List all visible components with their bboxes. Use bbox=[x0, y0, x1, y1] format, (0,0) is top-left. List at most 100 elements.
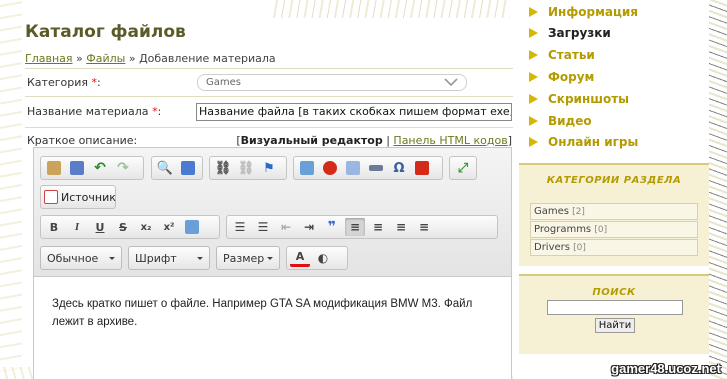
search-input[interactable] bbox=[547, 300, 683, 315]
size-dropdown-value: Размер bbox=[223, 252, 265, 265]
align-right-icon: ≡ bbox=[395, 220, 407, 234]
maximize-button[interactable]: ⤢ bbox=[453, 159, 473, 177]
nav-item-downloads[interactable]: Загрузки bbox=[529, 26, 611, 40]
bold-button[interactable]: B bbox=[44, 218, 64, 236]
blockquote-button[interactable]: ❞ bbox=[322, 218, 342, 236]
redo-icon: ↷ bbox=[117, 160, 129, 176]
flash-button[interactable] bbox=[320, 159, 340, 177]
link-button[interactable]: ⛓ bbox=[213, 159, 233, 177]
bulleted-list-button[interactable]: ☰ bbox=[253, 218, 273, 236]
html-panel-link[interactable]: Панель HTML кодов bbox=[393, 134, 507, 147]
youtube-icon bbox=[415, 161, 429, 175]
flag-icon: ⚑ bbox=[263, 160, 275, 176]
find-button[interactable]: 🔍 bbox=[155, 159, 175, 177]
category-select[interactable]: Games bbox=[197, 74, 467, 91]
nav-item-online-games[interactable]: Онлайн игры bbox=[529, 135, 638, 149]
nav-item-forum[interactable]: Форум bbox=[529, 70, 594, 84]
outdent-button[interactable]: ⇤ bbox=[276, 218, 296, 236]
table-icon bbox=[346, 161, 360, 175]
editor-mode-switch: [Визуальный редактор | Панель HTML кодов… bbox=[236, 134, 512, 147]
insert-group: Ω bbox=[293, 156, 443, 180]
divider bbox=[25, 127, 513, 128]
align-left-button[interactable]: ≡ bbox=[345, 218, 365, 236]
main-content: Каталог файлов Главная » Файлы » Добавле… bbox=[25, 0, 513, 379]
paste-word-button[interactable] bbox=[67, 159, 87, 177]
chevron-down-icon bbox=[444, 78, 458, 87]
nav-item-screenshots[interactable]: Скриншоты bbox=[529, 92, 629, 106]
divider bbox=[25, 68, 513, 69]
watermark: gamer48.ucoz.net bbox=[611, 361, 721, 376]
nav-item-video[interactable]: Видео bbox=[529, 114, 592, 128]
remove-format-button[interactable] bbox=[182, 218, 202, 236]
material-name-input[interactable]: Название файла [в таких скобках пишем фо… bbox=[196, 103, 512, 121]
editor-toolbar: ↶ ↷ 🔍 ⛓ ⛓ ⚑ Ω ⤢ Источник B I U S x₂ x² ☰… bbox=[34, 148, 511, 276]
decorative-border-right bbox=[709, 0, 727, 379]
text-color-icon: A bbox=[295, 250, 305, 263]
superscript-button[interactable]: x² bbox=[159, 218, 179, 236]
anchor-button[interactable]: ⚑ bbox=[259, 159, 279, 177]
indent-button[interactable]: ⇥ bbox=[299, 218, 319, 236]
justify-button[interactable]: ≡ bbox=[414, 218, 434, 236]
link-group: ⛓ ⛓ ⚑ bbox=[209, 156, 287, 180]
unlink-button[interactable]: ⛓ bbox=[236, 159, 256, 177]
align-center-icon: ≡ bbox=[372, 220, 384, 234]
bg-color-button[interactable]: ◐ bbox=[313, 249, 333, 267]
text-color-button[interactable]: A bbox=[290, 249, 310, 267]
paint-icon: ◐ bbox=[317, 251, 329, 265]
format-dropdown-value: Обычное bbox=[47, 252, 99, 265]
align-center-button[interactable]: ≡ bbox=[368, 218, 388, 236]
eraser-icon bbox=[185, 220, 199, 234]
font-dropdown[interactable]: Шрифт bbox=[128, 246, 210, 270]
arrow-icon bbox=[529, 116, 538, 126]
numbered-list-button[interactable]: ☰ bbox=[230, 218, 250, 236]
align-right-button[interactable]: ≡ bbox=[391, 218, 411, 236]
source-button[interactable]: Источник bbox=[61, 191, 116, 204]
paste-text-button[interactable] bbox=[44, 159, 64, 177]
maximize-group: ⤢ bbox=[449, 156, 477, 180]
search-panel: ПОИСК Найти bbox=[519, 274, 709, 354]
youtube-button[interactable] bbox=[412, 159, 432, 177]
arrow-icon bbox=[529, 28, 538, 38]
paragraph-group: ☰ ☰ ⇤ ⇥ ❞ ≡ ≡ ≡ ≡ bbox=[226, 215, 498, 239]
arrow-icon bbox=[529, 50, 538, 60]
sidebar: Информация Загрузки Статьи Форум Скриншо… bbox=[519, 0, 709, 379]
category-item[interactable]: Programms [0] bbox=[530, 221, 698, 238]
editor-content[interactable]: Здесь кратко пишет о файле. Например GTA… bbox=[34, 276, 511, 379]
subscript-button[interactable]: x₂ bbox=[136, 218, 156, 236]
indent-icon: ⇥ bbox=[303, 220, 315, 234]
category-item[interactable]: Games [2] bbox=[530, 203, 698, 220]
hr-button[interactable] bbox=[366, 159, 386, 177]
breadcrumb-files-link[interactable]: Файлы bbox=[86, 52, 125, 65]
search-button[interactable]: Найти bbox=[595, 318, 635, 333]
omega-icon: Ω bbox=[393, 160, 405, 176]
paste-text-icon bbox=[47, 161, 61, 175]
redo-button[interactable]: ↷ bbox=[113, 159, 133, 177]
underline-button[interactable]: U bbox=[90, 218, 110, 236]
search-title: ПОИСК bbox=[592, 287, 636, 298]
image-button[interactable] bbox=[297, 159, 317, 177]
breadcrumb-current: Добавление материала bbox=[139, 52, 276, 65]
undo-button[interactable]: ↶ bbox=[90, 159, 110, 177]
category-item[interactable]: Drivers [0] bbox=[530, 239, 698, 256]
bulleted-list-icon: ☰ bbox=[257, 220, 269, 234]
short-description-label: Краткое описание: bbox=[27, 134, 138, 147]
unlink-icon: ⛓ bbox=[237, 160, 255, 176]
table-button[interactable] bbox=[343, 159, 363, 177]
text-style-group: B I U S x₂ x² bbox=[40, 215, 220, 239]
nav-item-articles[interactable]: Статьи bbox=[529, 48, 595, 62]
breadcrumb-home-link[interactable]: Главная bbox=[25, 52, 73, 65]
category-label: Категория *: bbox=[27, 76, 101, 89]
strikethrough-button[interactable]: S bbox=[113, 218, 133, 236]
special-char-button[interactable]: Ω bbox=[389, 159, 409, 177]
material-name-label: Название материала *: bbox=[27, 105, 162, 118]
link-icon: ⛓ bbox=[214, 160, 232, 176]
clipboard-group: ↶ ↷ bbox=[40, 156, 144, 180]
replace-button[interactable] bbox=[178, 159, 198, 177]
format-dropdown[interactable]: Обычное bbox=[40, 246, 122, 270]
category-select-value: Games bbox=[206, 77, 241, 88]
size-dropdown[interactable]: Размер bbox=[216, 246, 280, 270]
chevron-down-icon bbox=[267, 257, 273, 260]
nav-item-info[interactable]: Информация bbox=[529, 5, 638, 19]
visual-editor-tab[interactable]: Визуальный редактор bbox=[241, 134, 383, 147]
italic-button[interactable]: I bbox=[67, 218, 87, 236]
